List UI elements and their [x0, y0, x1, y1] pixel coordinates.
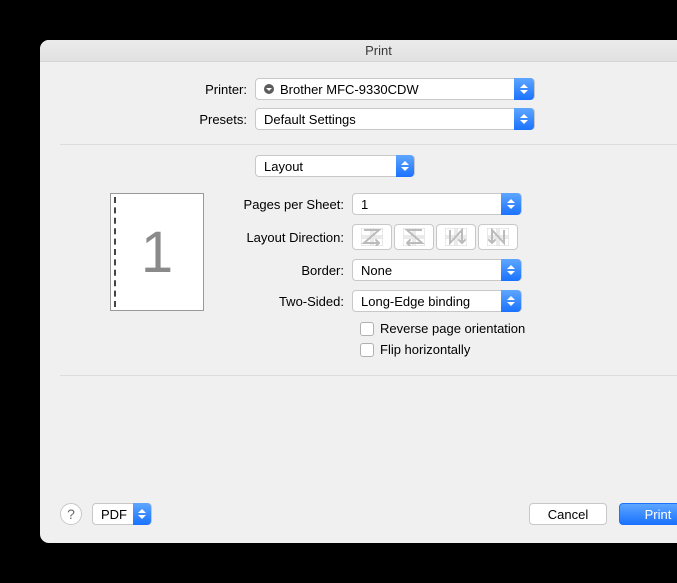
two-sided-label: Two-Sided:: [222, 294, 352, 309]
pdf-menu[interactable]: PDF: [92, 503, 152, 525]
two-sided-value: Long-Edge binding: [361, 294, 470, 309]
page-preview: 1: [110, 193, 204, 311]
section-select[interactable]: Layout: [255, 155, 415, 177]
content: Printer: Brother MFC-9330CDW Presets: De…: [40, 62, 677, 503]
titlebar: Print: [40, 40, 677, 62]
updown-icon: [501, 290, 521, 312]
window-title: Print: [365, 43, 392, 58]
updown-icon: [514, 78, 534, 100]
pages-per-sheet-value: 1: [361, 197, 368, 212]
layout-direction-z-icon[interactable]: [352, 224, 392, 250]
print-label: Print: [645, 507, 672, 522]
reverse-orientation-checkbox[interactable]: [360, 322, 374, 336]
printer-select[interactable]: Brother MFC-9330CDW: [255, 78, 535, 100]
reverse-orientation-label: Reverse page orientation: [380, 321, 525, 336]
print-dialog: Print Printer: Brother MFC-9330CDW Prese…: [40, 40, 677, 543]
printer-label: Printer:: [60, 82, 255, 97]
cancel-button[interactable]: Cancel: [529, 503, 607, 525]
chevron-down-icon: [133, 503, 151, 525]
help-button[interactable]: ?: [60, 503, 82, 525]
printer-value: Brother MFC-9330CDW: [280, 82, 419, 97]
presets-label: Presets:: [60, 112, 255, 127]
border-label: Border:: [222, 263, 352, 278]
updown-icon: [396, 155, 414, 177]
layout-direction-reverse-n-icon[interactable]: [478, 224, 518, 250]
help-icon: ?: [67, 506, 75, 522]
border-select[interactable]: None: [352, 259, 522, 281]
layout-direction-group: [352, 224, 518, 250]
separator: [60, 144, 677, 145]
pages-per-sheet-select[interactable]: 1: [352, 193, 522, 215]
pdf-label: PDF: [101, 507, 127, 522]
border-value: None: [361, 263, 392, 278]
two-sided-select[interactable]: Long-Edge binding: [352, 290, 522, 312]
flip-horizontally-label: Flip horizontally: [380, 342, 470, 357]
updown-icon: [514, 108, 534, 130]
updown-icon: [501, 193, 521, 215]
layout-direction-label: Layout Direction:: [222, 230, 352, 245]
flip-horizontally-checkbox[interactable]: [360, 343, 374, 357]
pages-per-sheet-label: Pages per Sheet:: [222, 197, 352, 212]
printer-status-icon: [264, 84, 274, 94]
layout-direction-n-icon[interactable]: [436, 224, 476, 250]
updown-icon: [501, 259, 521, 281]
preview-page-number: 1: [141, 219, 173, 286]
section-value: Layout: [264, 159, 303, 174]
print-button[interactable]: Print: [619, 503, 677, 525]
presets-select[interactable]: Default Settings: [255, 108, 535, 130]
separator: [60, 375, 677, 376]
footer: ? PDF Cancel Print: [40, 503, 677, 543]
cancel-label: Cancel: [548, 507, 588, 522]
presets-value: Default Settings: [264, 112, 356, 127]
layout-direction-s-icon[interactable]: [394, 224, 434, 250]
